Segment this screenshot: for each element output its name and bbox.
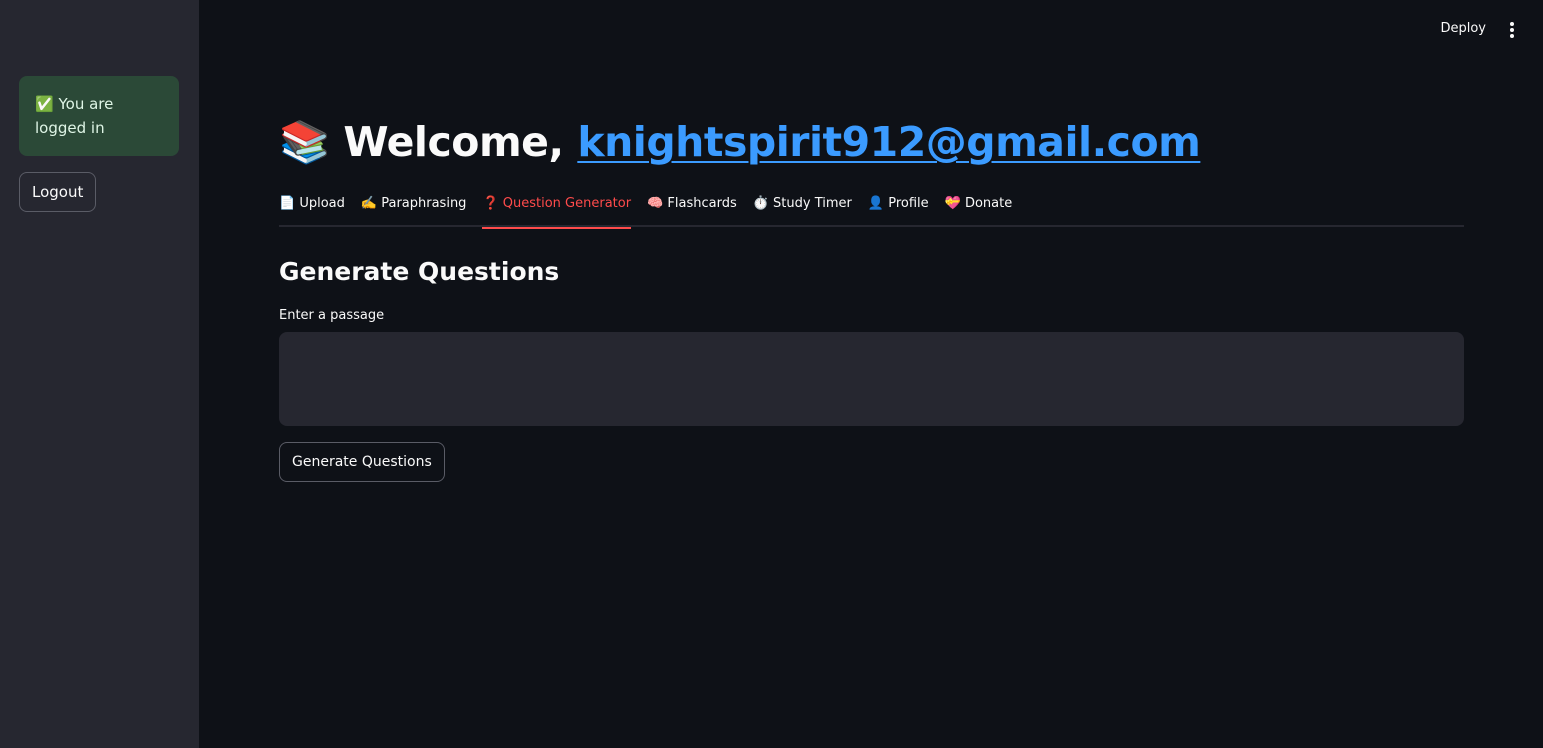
login-status-alert: ✅ You are logged in (19, 76, 179, 156)
tab-donate[interactable]: 💝 Donate (945, 190, 1013, 227)
page-title: 📚 Welcome, knightspirit912@gmail.com (279, 112, 1201, 172)
user-icon: 👤 (867, 196, 885, 211)
document-icon: 📄 (279, 196, 296, 211)
passage-label: Enter a passage (279, 308, 385, 323)
section-title: Generate Questions (279, 257, 560, 286)
tab-bar: 📄 Upload ✍️ Paraphrasing ❓ Question Gene… (279, 190, 1464, 229)
welcome-text: Welcome, (343, 118, 564, 166)
check-icon: ✅ (35, 95, 54, 113)
sidebar: ✅ You are logged in Logout (0, 0, 199, 748)
books-icon: 📚 (279, 118, 330, 166)
brain-icon: 🧠 (647, 196, 664, 211)
tab-upload[interactable]: 📄 Upload (279, 190, 345, 227)
user-email-link[interactable]: knightspirit912@gmail.com (577, 118, 1201, 166)
tab-label: Donate (964, 196, 1013, 211)
tab-question-generator[interactable]: ❓ Question Generator (482, 190, 632, 229)
question-mark-icon: ❓ (482, 196, 499, 211)
passage-input[interactable] (279, 332, 1464, 426)
tab-study-timer[interactable]: ⏱️ Study Timer (753, 190, 852, 227)
stopwatch-icon: ⏱️ (752, 196, 769, 211)
heart-gift-icon: 💝 (944, 196, 961, 211)
writing-hand-icon: ✍️ (360, 196, 378, 211)
tab-label: Study Timer (773, 196, 852, 211)
tab-label: Paraphrasing (381, 196, 467, 211)
app-root: ✅ You are logged in Logout Deploy 📚 Welc… (0, 0, 1543, 748)
tab-label: Question Generator (502, 196, 632, 211)
main-content: 📚 Welcome, knightspirit912@gmail.com 📄 U… (279, 0, 1464, 748)
tab-profile[interactable]: 👤 Profile (868, 190, 929, 227)
tab-label: Flashcards (667, 196, 737, 211)
tab-paraphrasing[interactable]: ✍️ Paraphrasing (361, 190, 467, 227)
logout-button[interactable]: Logout (19, 172, 97, 212)
tab-label: Profile (888, 196, 929, 211)
main-menu-icon[interactable] (1506, 22, 1518, 38)
tab-label: Upload (299, 196, 345, 211)
tab-flashcards[interactable]: 🧠 Flashcards (647, 190, 737, 227)
generate-questions-button[interactable]: Generate Questions (279, 442, 445, 482)
